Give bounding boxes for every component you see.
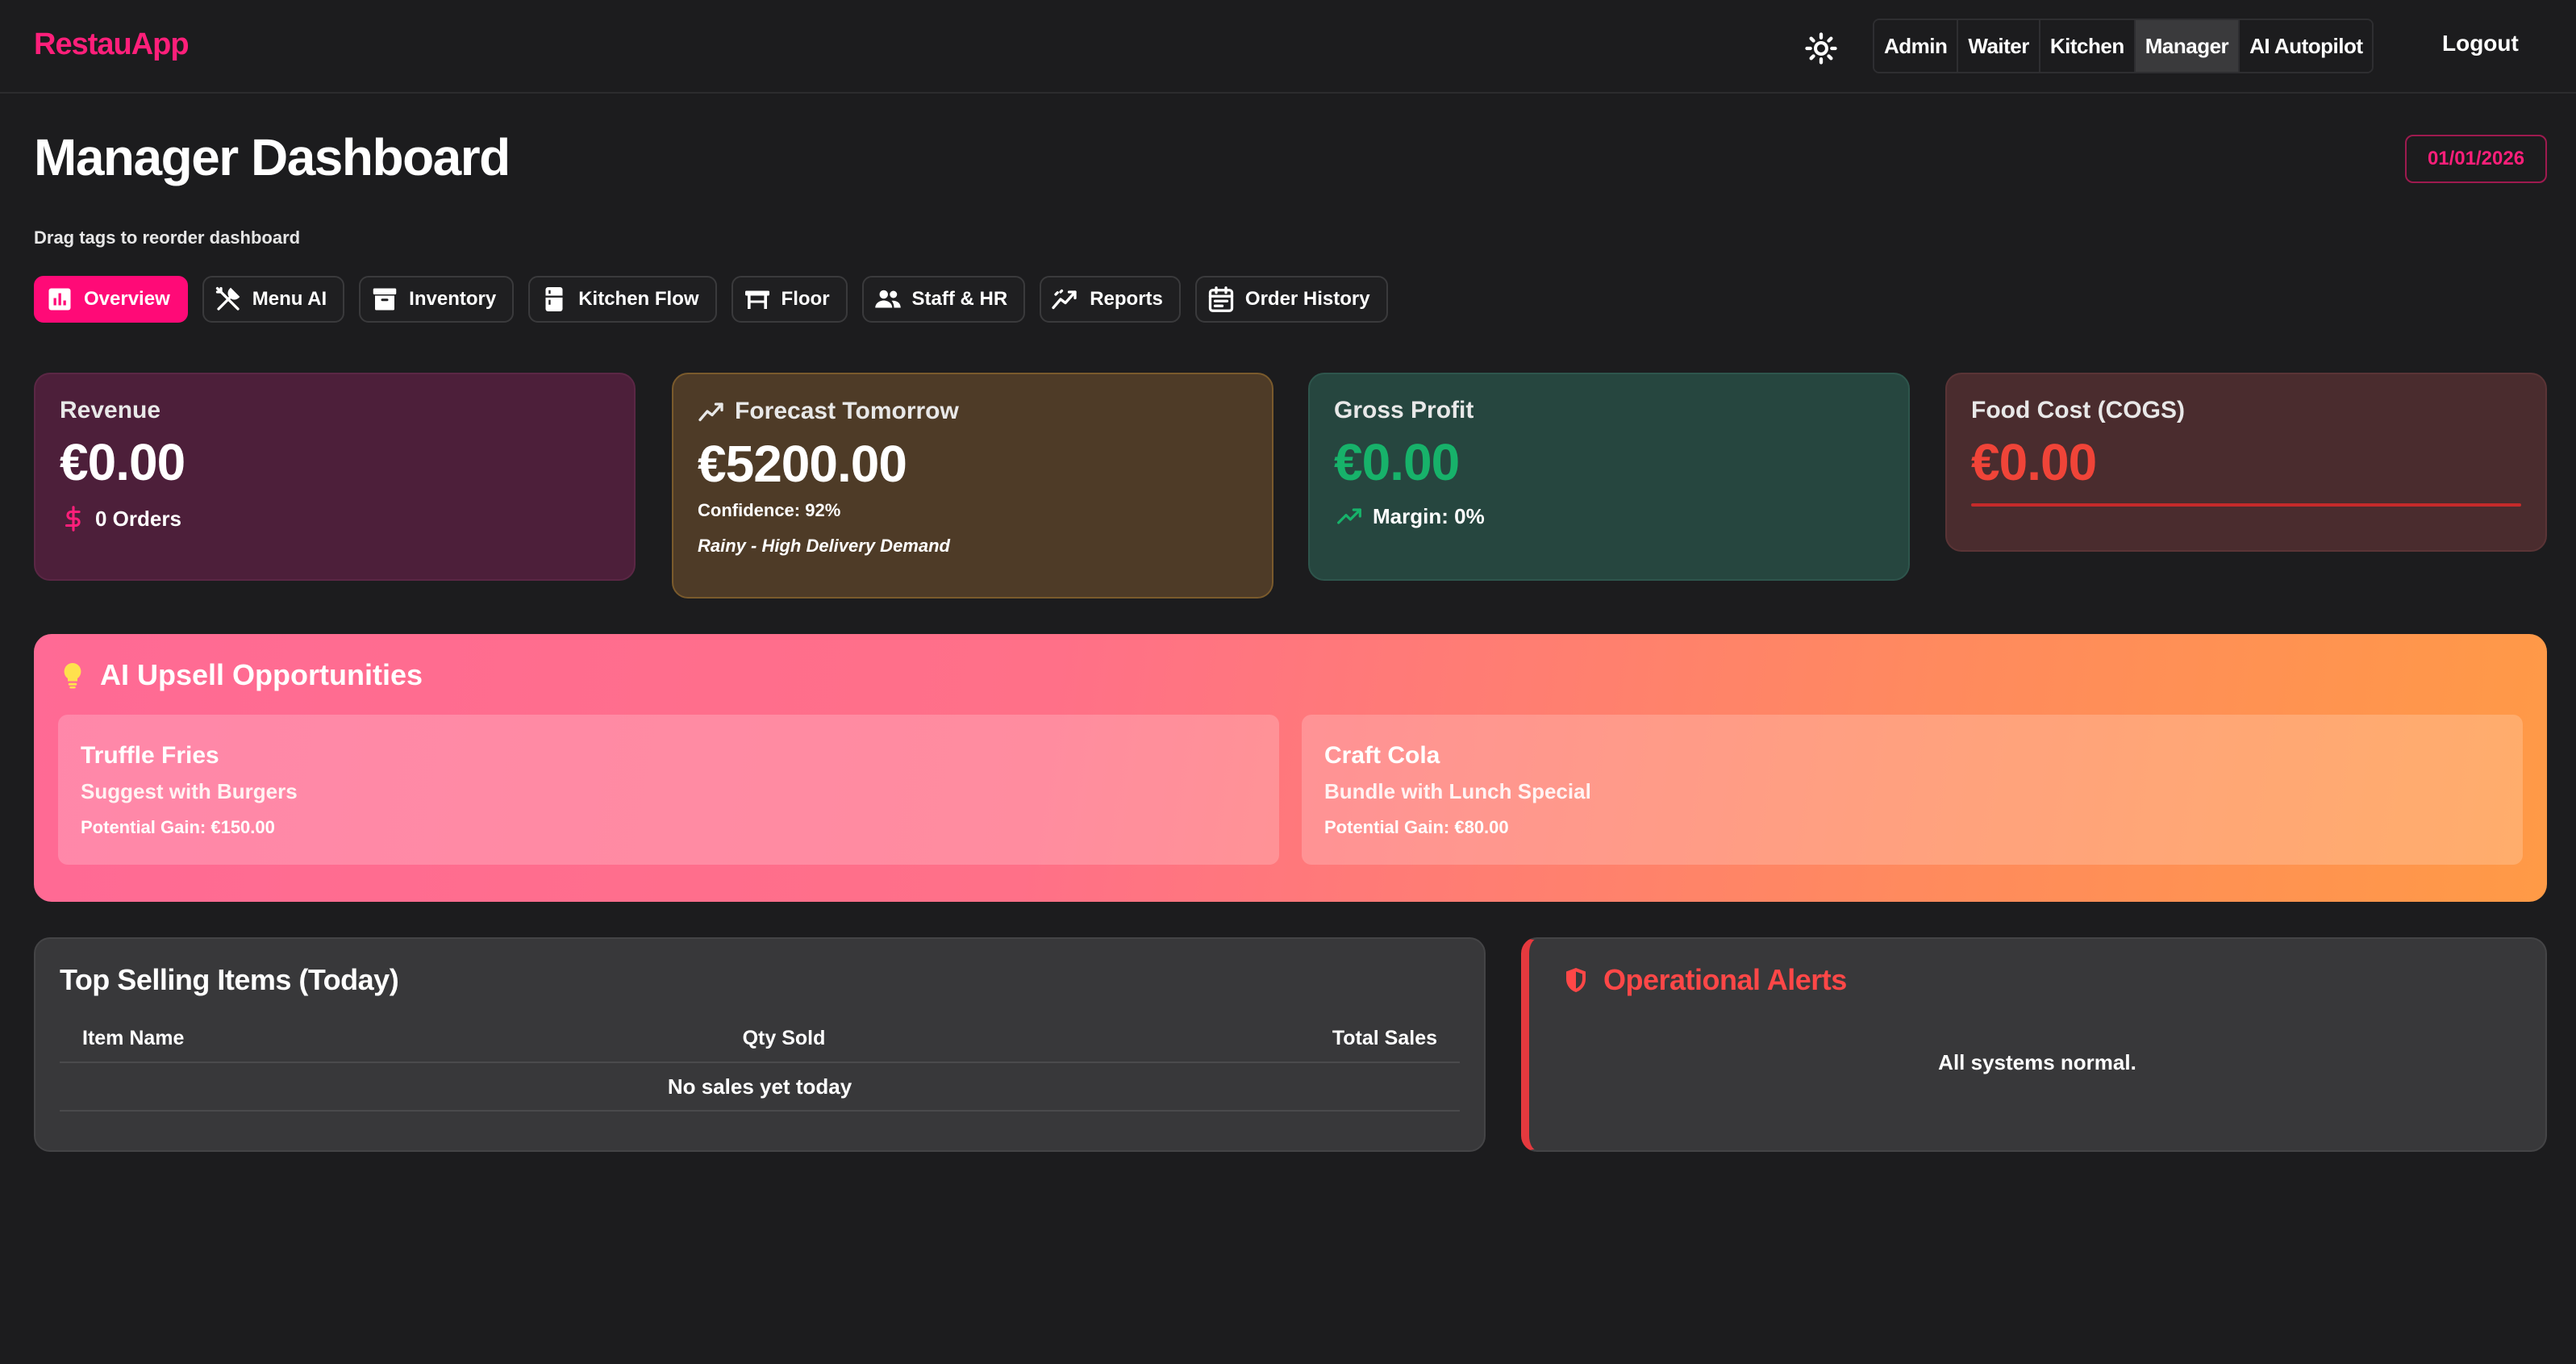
forecast-label-row: Forecast Tomorrow — [698, 397, 1248, 426]
tab-menu-ai-label: Menu AI — [252, 288, 327, 310]
tab-order-history-label: Order History — [1244, 288, 1370, 310]
forecast-value: €5200.00 — [698, 435, 907, 493]
tab-reports[interactable]: Reports — [1040, 276, 1181, 323]
ai-upsell-header: AI Upsell Opportunities — [58, 658, 2523, 692]
date-badge[interactable]: 01/01/2026 — [2405, 135, 2547, 183]
revenue-orders: 0 Orders — [60, 503, 610, 534]
tab-floor-label: Floor — [781, 288, 830, 310]
revenue-value: €0.00 — [60, 433, 185, 491]
revenue-card[interactable]: Revenue €0.00 0 Orders — [34, 373, 636, 581]
forecast-label: Forecast Tomorrow — [735, 398, 959, 424]
dollar-icon — [65, 506, 81, 532]
alerts-message: All systems normal. — [1938, 1050, 2136, 1074]
role-manager-button[interactable]: Manager — [2135, 20, 2240, 72]
tab-overview-label: Overview — [84, 288, 170, 310]
upsell-item-name: Craft Cola — [1324, 742, 1440, 769]
upsell-item[interactable]: Truffle Fries Suggest with Burgers Poten… — [58, 715, 1279, 865]
gross-profit-label: Gross Profit — [1334, 397, 1474, 423]
page-title: Manager Dashboard — [34, 128, 511, 186]
table-header: Item Name Qty Sold Total Sales — [60, 1015, 1460, 1063]
tab-reports-label: Reports — [1090, 288, 1163, 310]
forecast-confidence: Confidence: 92% — [698, 500, 841, 520]
archive-icon — [373, 288, 397, 311]
tab-staff-hr[interactable]: Staff & HR — [861, 276, 1026, 323]
revenue-label: Revenue — [60, 397, 161, 423]
trend-icon — [1052, 289, 1077, 310]
tab-kitchen-flow[interactable]: Kitchen Flow — [528, 276, 717, 323]
tab-menu-ai[interactable]: Menu AI — [202, 276, 345, 323]
operational-alerts-panel: Operational Alerts All systems normal. — [1521, 937, 2547, 1152]
upsell-item-gain: Potential Gain: €150.00 — [81, 817, 275, 837]
top-bar: RestauApp Admin Waiter Kitchen Manager A… — [0, 0, 2576, 94]
alerts-header: Operational Alerts — [1561, 963, 2513, 997]
shield-icon — [1566, 968, 1586, 992]
brand-logo[interactable]: RestauApp — [34, 27, 190, 62]
role-kitchen-button[interactable]: Kitchen — [2040, 20, 2136, 72]
upsell-list: Truffle Fries Suggest with Burgers Poten… — [58, 715, 2523, 865]
lightbulb-icon — [64, 663, 81, 689]
tab-order-history[interactable]: Order History — [1194, 276, 1388, 323]
logout-button[interactable]: Logout — [2442, 31, 2519, 56]
utensils-icon — [215, 286, 240, 311]
upsell-item-desc: Bundle with Lunch Special — [1324, 779, 1591, 803]
food-cost-label: Food Cost (COGS) — [1971, 397, 2185, 423]
tab-floor[interactable]: Floor — [731, 276, 848, 323]
revenue-orders-count: 0 Orders — [95, 506, 181, 531]
theme-toggle-button[interactable] — [1800, 27, 1842, 69]
gross-profit-value: €0.00 — [1334, 433, 1460, 491]
column-total-sales[interactable]: Total Sales — [1228, 1027, 1437, 1050]
trending-up-icon — [1337, 508, 1361, 524]
sun-icon — [1805, 32, 1837, 65]
alerts-title: Operational Alerts — [1603, 963, 1847, 996]
calendar-icon — [1208, 286, 1234, 312]
tab-overview[interactable]: Overview — [34, 276, 188, 323]
top-selling-table: Item Name Qty Sold Total Sales No sales … — [60, 1015, 1460, 1112]
upsell-item[interactable]: Craft Cola Bundle with Lunch Special Pot… — [1302, 715, 2523, 865]
role-switcher: Admin Waiter Kitchen Manager AI Autopilo… — [1873, 19, 2374, 73]
forecast-note: Rainy - High Delivery Demand — [698, 536, 950, 556]
upsell-item-name: Truffle Fries — [81, 742, 219, 769]
food-cost-bar — [1971, 503, 2521, 507]
tab-inventory-label: Inventory — [409, 288, 497, 310]
upsell-item-desc: Suggest with Burgers — [81, 779, 298, 803]
fridge-icon — [545, 287, 563, 311]
reorder-hint: Drag tags to reorder dashboard — [34, 227, 301, 248]
forecast-card[interactable]: Forecast Tomorrow €5200.00 Confidence: 9… — [672, 373, 1273, 599]
top-selling-title: Top Selling Items (Today) — [60, 963, 399, 996]
column-qty-sold[interactable]: Qty Sold — [695, 1027, 873, 1050]
column-item-name[interactable]: Item Name — [82, 1027, 695, 1050]
margin-row: Margin: 0% — [1334, 503, 1884, 529]
bar-chart-icon — [48, 288, 71, 311]
ai-upsell-panel: AI Upsell Opportunities Truffle Fries Su… — [34, 634, 2547, 902]
tab-kitchen-flow-label: Kitchen Flow — [578, 288, 699, 310]
margin-value: Margin: 0% — [1373, 503, 1485, 528]
table-icon — [744, 290, 769, 309]
food-cost-card[interactable]: Food Cost (COGS) €0.00 — [1945, 373, 2547, 552]
ai-upsell-title: AI Upsell Opportunities — [100, 658, 423, 691]
tab-staff-hr-label: Staff & HR — [911, 288, 1008, 310]
role-waiter-button[interactable]: Waiter — [1958, 20, 2040, 72]
role-admin-button[interactable]: Admin — [1874, 20, 1959, 72]
top-selling-panel: Top Selling Items (Today) Item Name Qty … — [34, 937, 1486, 1152]
gross-profit-card[interactable]: Gross Profit €0.00 Margin: 0% — [1308, 373, 1910, 581]
empty-state-row: No sales yet today — [60, 1063, 1460, 1112]
trend-icon — [698, 403, 723, 422]
food-cost-value: €0.00 — [1971, 433, 2097, 491]
tab-inventory[interactable]: Inventory — [359, 276, 515, 323]
upsell-item-gain: Potential Gain: €80.00 — [1324, 817, 1509, 837]
dashboard-tabs: Overview Menu AI Inventory Kitchen Flow — [34, 276, 1388, 323]
people-icon — [874, 290, 901, 308]
role-ai-autopilot-button[interactable]: AI Autopilot — [2240, 20, 2373, 72]
